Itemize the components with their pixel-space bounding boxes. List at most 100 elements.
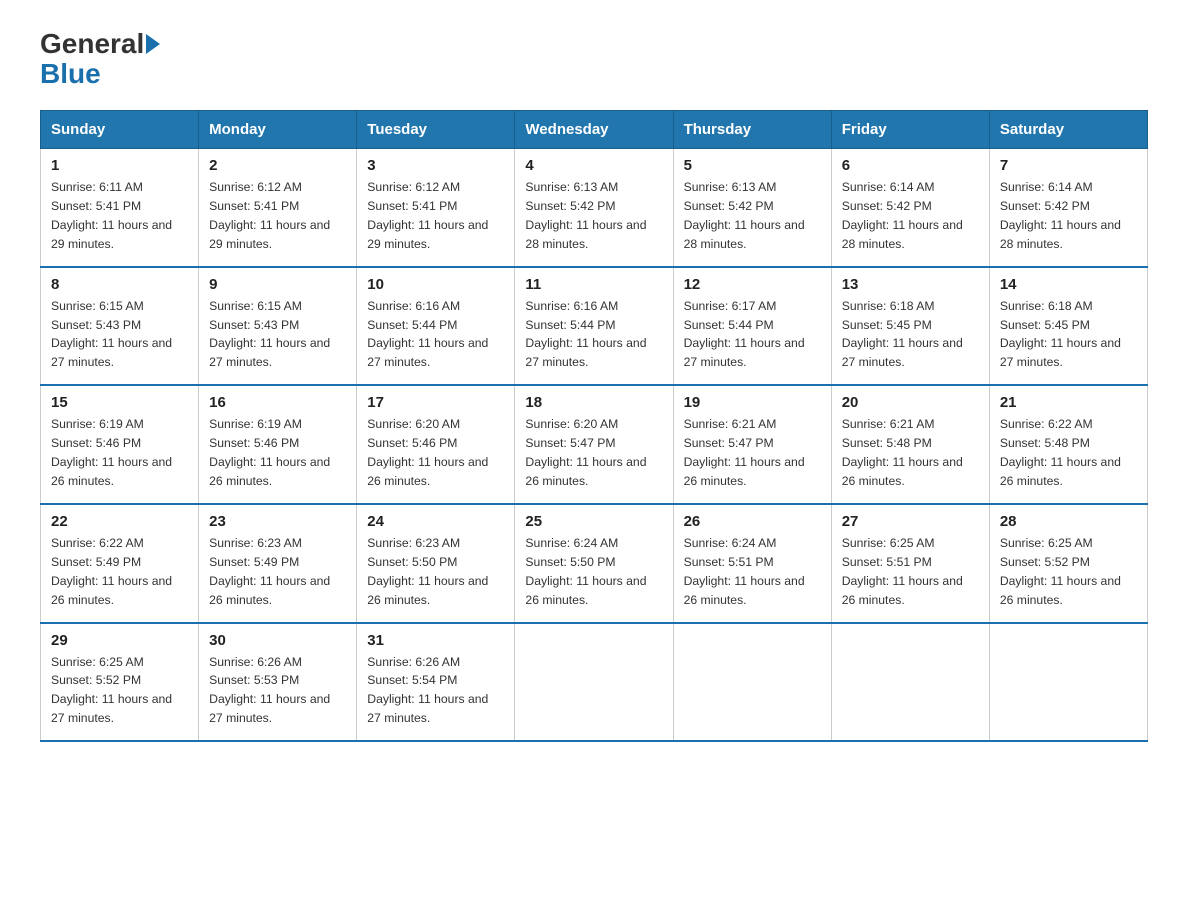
calendar-cell: 30 Sunrise: 6:26 AMSunset: 5:53 PMDaylig… — [199, 623, 357, 742]
day-info: Sunrise: 6:20 AMSunset: 5:46 PMDaylight:… — [367, 415, 504, 491]
day-info: Sunrise: 6:18 AMSunset: 5:45 PMDaylight:… — [1000, 297, 1137, 373]
logo: General Blue — [40, 30, 162, 90]
calendar-cell — [673, 623, 831, 742]
day-info: Sunrise: 6:17 AMSunset: 5:44 PMDaylight:… — [684, 297, 821, 373]
calendar-cell: 23 Sunrise: 6:23 AMSunset: 5:49 PMDaylig… — [199, 504, 357, 623]
day-info: Sunrise: 6:25 AMSunset: 5:52 PMDaylight:… — [1000, 534, 1137, 610]
day-info: Sunrise: 6:19 AMSunset: 5:46 PMDaylight:… — [51, 415, 188, 491]
calendar-cell: 8 Sunrise: 6:15 AMSunset: 5:43 PMDayligh… — [41, 267, 199, 386]
day-number: 17 — [367, 394, 504, 411]
calendar-cell: 19 Sunrise: 6:21 AMSunset: 5:47 PMDaylig… — [673, 385, 831, 504]
day-number: 4 — [525, 157, 662, 174]
header-sunday: Sunday — [41, 111, 199, 149]
day-info: Sunrise: 6:21 AMSunset: 5:48 PMDaylight:… — [842, 415, 979, 491]
day-info: Sunrise: 6:13 AMSunset: 5:42 PMDaylight:… — [684, 178, 821, 254]
day-number: 1 — [51, 157, 188, 174]
day-number: 15 — [51, 394, 188, 411]
header-wednesday: Wednesday — [515, 111, 673, 149]
day-number: 19 — [684, 394, 821, 411]
day-number: 24 — [367, 513, 504, 530]
calendar-cell — [515, 623, 673, 742]
day-number: 3 — [367, 157, 504, 174]
day-info: Sunrise: 6:12 AMSunset: 5:41 PMDaylight:… — [367, 178, 504, 254]
calendar-cell: 31 Sunrise: 6:26 AMSunset: 5:54 PMDaylig… — [357, 623, 515, 742]
calendar-cell — [989, 623, 1147, 742]
calendar-cell: 26 Sunrise: 6:24 AMSunset: 5:51 PMDaylig… — [673, 504, 831, 623]
calendar-cell: 24 Sunrise: 6:23 AMSunset: 5:50 PMDaylig… — [357, 504, 515, 623]
calendar-cell: 11 Sunrise: 6:16 AMSunset: 5:44 PMDaylig… — [515, 267, 673, 386]
logo-general-text: General — [40, 30, 144, 58]
day-info: Sunrise: 6:19 AMSunset: 5:46 PMDaylight:… — [209, 415, 346, 491]
day-number: 13 — [842, 276, 979, 293]
week-row-4: 22 Sunrise: 6:22 AMSunset: 5:49 PMDaylig… — [41, 504, 1148, 623]
day-info: Sunrise: 6:20 AMSunset: 5:47 PMDaylight:… — [525, 415, 662, 491]
day-info: Sunrise: 6:23 AMSunset: 5:50 PMDaylight:… — [367, 534, 504, 610]
calendar-cell: 4 Sunrise: 6:13 AMSunset: 5:42 PMDayligh… — [515, 149, 673, 267]
day-number: 9 — [209, 276, 346, 293]
day-number: 29 — [51, 632, 188, 649]
calendar-cell — [831, 623, 989, 742]
page-header: General Blue — [40, 30, 1148, 90]
day-info: Sunrise: 6:26 AMSunset: 5:53 PMDaylight:… — [209, 653, 346, 729]
day-info: Sunrise: 6:11 AMSunset: 5:41 PMDaylight:… — [51, 178, 188, 254]
header-monday: Monday — [199, 111, 357, 149]
day-number: 22 — [51, 513, 188, 530]
day-number: 8 — [51, 276, 188, 293]
calendar-cell: 27 Sunrise: 6:25 AMSunset: 5:51 PMDaylig… — [831, 504, 989, 623]
calendar-cell: 5 Sunrise: 6:13 AMSunset: 5:42 PMDayligh… — [673, 149, 831, 267]
day-number: 12 — [684, 276, 821, 293]
day-number: 11 — [525, 276, 662, 293]
day-info: Sunrise: 6:22 AMSunset: 5:48 PMDaylight:… — [1000, 415, 1137, 491]
day-info: Sunrise: 6:23 AMSunset: 5:49 PMDaylight:… — [209, 534, 346, 610]
calendar-cell: 25 Sunrise: 6:24 AMSunset: 5:50 PMDaylig… — [515, 504, 673, 623]
day-number: 6 — [842, 157, 979, 174]
week-row-2: 8 Sunrise: 6:15 AMSunset: 5:43 PMDayligh… — [41, 267, 1148, 386]
day-number: 31 — [367, 632, 504, 649]
day-info: Sunrise: 6:14 AMSunset: 5:42 PMDaylight:… — [842, 178, 979, 254]
week-row-1: 1 Sunrise: 6:11 AMSunset: 5:41 PMDayligh… — [41, 149, 1148, 267]
calendar-cell: 9 Sunrise: 6:15 AMSunset: 5:43 PMDayligh… — [199, 267, 357, 386]
day-number: 26 — [684, 513, 821, 530]
calendar-cell: 16 Sunrise: 6:19 AMSunset: 5:46 PMDaylig… — [199, 385, 357, 504]
day-number: 23 — [209, 513, 346, 530]
day-info: Sunrise: 6:26 AMSunset: 5:54 PMDaylight:… — [367, 653, 504, 729]
calendar-cell: 2 Sunrise: 6:12 AMSunset: 5:41 PMDayligh… — [199, 149, 357, 267]
day-info: Sunrise: 6:24 AMSunset: 5:51 PMDaylight:… — [684, 534, 821, 610]
day-number: 28 — [1000, 513, 1137, 530]
day-info: Sunrise: 6:12 AMSunset: 5:41 PMDaylight:… — [209, 178, 346, 254]
day-info: Sunrise: 6:25 AMSunset: 5:51 PMDaylight:… — [842, 534, 979, 610]
calendar-cell: 1 Sunrise: 6:11 AMSunset: 5:41 PMDayligh… — [41, 149, 199, 267]
calendar-cell: 18 Sunrise: 6:20 AMSunset: 5:47 PMDaylig… — [515, 385, 673, 504]
day-info: Sunrise: 6:14 AMSunset: 5:42 PMDaylight:… — [1000, 178, 1137, 254]
calendar-cell: 13 Sunrise: 6:18 AMSunset: 5:45 PMDaylig… — [831, 267, 989, 386]
day-info: Sunrise: 6:16 AMSunset: 5:44 PMDaylight:… — [525, 297, 662, 373]
day-info: Sunrise: 6:16 AMSunset: 5:44 PMDaylight:… — [367, 297, 504, 373]
day-number: 20 — [842, 394, 979, 411]
day-info: Sunrise: 6:15 AMSunset: 5:43 PMDaylight:… — [51, 297, 188, 373]
calendar-table: SundayMondayTuesdayWednesdayThursdayFrid… — [40, 110, 1148, 742]
calendar-cell: 21 Sunrise: 6:22 AMSunset: 5:48 PMDaylig… — [989, 385, 1147, 504]
day-number: 18 — [525, 394, 662, 411]
week-row-3: 15 Sunrise: 6:19 AMSunset: 5:46 PMDaylig… — [41, 385, 1148, 504]
day-info: Sunrise: 6:25 AMSunset: 5:52 PMDaylight:… — [51, 653, 188, 729]
calendar-cell: 6 Sunrise: 6:14 AMSunset: 5:42 PMDayligh… — [831, 149, 989, 267]
header-thursday: Thursday — [673, 111, 831, 149]
logo-blue-text: Blue — [40, 58, 101, 90]
calendar-cell: 17 Sunrise: 6:20 AMSunset: 5:46 PMDaylig… — [357, 385, 515, 504]
day-info: Sunrise: 6:21 AMSunset: 5:47 PMDaylight:… — [684, 415, 821, 491]
header-saturday: Saturday — [989, 111, 1147, 149]
day-info: Sunrise: 6:24 AMSunset: 5:50 PMDaylight:… — [525, 534, 662, 610]
calendar-cell: 20 Sunrise: 6:21 AMSunset: 5:48 PMDaylig… — [831, 385, 989, 504]
day-number: 7 — [1000, 157, 1137, 174]
day-info: Sunrise: 6:22 AMSunset: 5:49 PMDaylight:… — [51, 534, 188, 610]
calendar-cell: 12 Sunrise: 6:17 AMSunset: 5:44 PMDaylig… — [673, 267, 831, 386]
calendar-cell: 7 Sunrise: 6:14 AMSunset: 5:42 PMDayligh… — [989, 149, 1147, 267]
day-number: 14 — [1000, 276, 1137, 293]
calendar-cell: 14 Sunrise: 6:18 AMSunset: 5:45 PMDaylig… — [989, 267, 1147, 386]
calendar-cell: 29 Sunrise: 6:25 AMSunset: 5:52 PMDaylig… — [41, 623, 199, 742]
day-number: 5 — [684, 157, 821, 174]
calendar-cell: 22 Sunrise: 6:22 AMSunset: 5:49 PMDaylig… — [41, 504, 199, 623]
day-number: 30 — [209, 632, 346, 649]
calendar-cell: 15 Sunrise: 6:19 AMSunset: 5:46 PMDaylig… — [41, 385, 199, 504]
header-friday: Friday — [831, 111, 989, 149]
